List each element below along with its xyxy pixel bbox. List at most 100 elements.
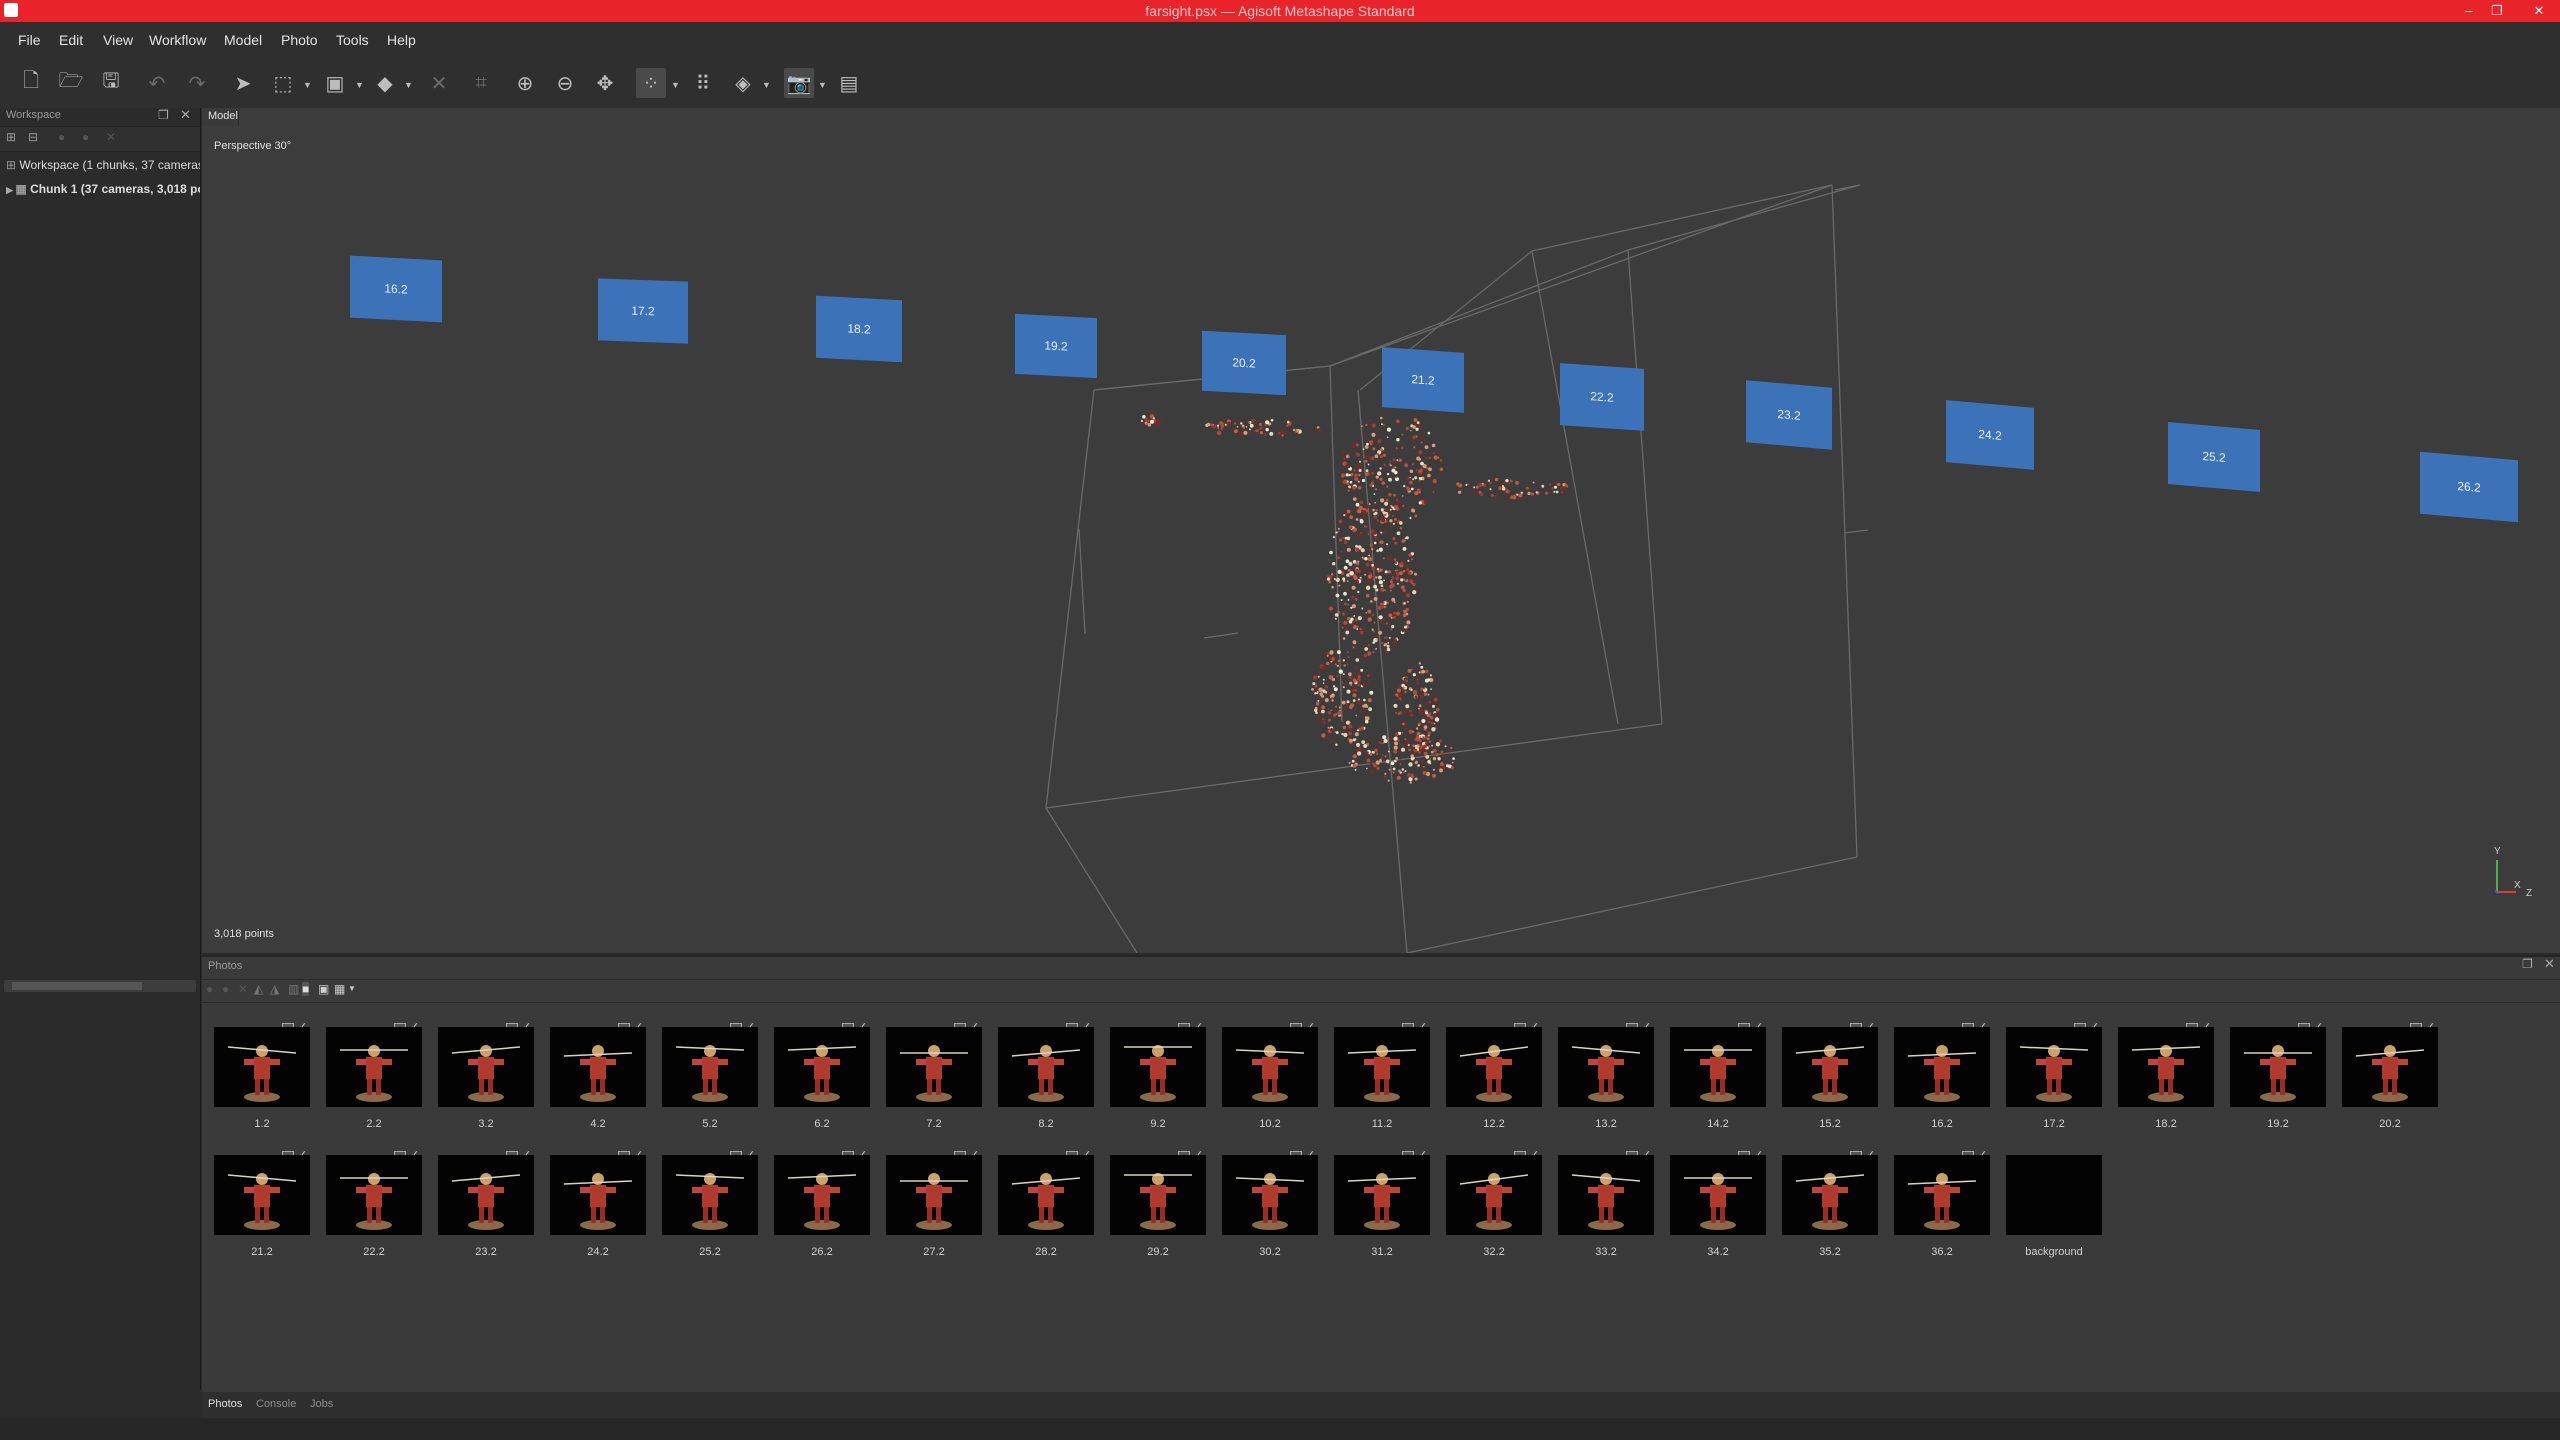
undo-icon[interactable]: ↶ (142, 68, 172, 98)
camera-17-2[interactable]: 17.2 (598, 278, 688, 344)
enable-icon[interactable]: ● (206, 982, 213, 996)
zoom-in-icon[interactable]: ⊕ (510, 68, 540, 98)
photo-thumbnail[interactable] (1446, 1155, 1542, 1235)
photo-thumbnail[interactable] (1894, 1027, 1990, 1107)
chevron-down-icon[interactable]: ▼ (818, 80, 827, 90)
camera-25-2[interactable]: 25.2 (2168, 421, 2260, 493)
photo-thumbnail[interactable] (1558, 1155, 1654, 1235)
chevron-down-icon[interactable]: ▼ (671, 80, 680, 90)
show-masks-icon[interactable]: ■ (302, 982, 310, 996)
menu-edit[interactable]: Edit (59, 32, 83, 48)
menu-model[interactable]: Model (224, 32, 262, 48)
photo-thumbnail[interactable] (438, 1027, 534, 1107)
photo-thumbnail[interactable] (886, 1027, 982, 1107)
camera-18-2[interactable]: 18.2 (816, 295, 902, 363)
remove-icon[interactable]: ✕ (238, 982, 248, 996)
enable-icon[interactable]: ● (58, 130, 65, 144)
tab-photos[interactable]: Photos (208, 1398, 242, 1410)
photo-thumbnail[interactable] (1782, 1027, 1878, 1107)
expand-arrow-icon[interactable]: ▶ (6, 185, 15, 195)
camera-16-2[interactable]: 16.2 (350, 255, 442, 323)
photo-thumbnail[interactable] (774, 1027, 870, 1107)
restore-button[interactable]: ❐ (2486, 2, 2508, 20)
close-icon[interactable]: ✕ (180, 107, 191, 123)
photo-thumbnail[interactable] (1110, 1155, 1206, 1235)
chevron-down-icon[interactable]: ▼ (303, 80, 312, 90)
photo-thumbnail[interactable] (550, 1027, 646, 1107)
photo-thumbnail[interactable] (1222, 1155, 1318, 1235)
photo-thumbnail[interactable] (2230, 1027, 2326, 1107)
photo-thumbnail[interactable] (1782, 1155, 1878, 1235)
photo-thumbnail[interactable] (1670, 1155, 1766, 1235)
photo-thumbnail[interactable] (998, 1155, 1094, 1235)
photo-thumbnail[interactable] (2006, 1155, 2102, 1235)
chevron-down-icon[interactable]: ▼ (404, 80, 413, 90)
photo-thumbnail[interactable] (886, 1155, 982, 1235)
rotate-right-icon[interactable]: ◮ (270, 982, 279, 996)
reset-view-icon[interactable]: ✥ (590, 68, 620, 98)
workspace-tree-root[interactable]: ⊞ Workspace (1 chunks, 37 cameras) (6, 158, 200, 172)
show-cameras-icon[interactable]: 📷 (784, 68, 814, 98)
photo-thumbnail[interactable] (214, 1027, 310, 1107)
camera-21-2[interactable]: 21.2 (1382, 347, 1464, 413)
rotate-left-icon[interactable]: ◭ (254, 982, 263, 996)
close-icon[interactable]: ✕ (2544, 956, 2555, 972)
horizontal-scrollbar[interactable] (4, 980, 196, 992)
menu-tools[interactable]: Tools (336, 32, 369, 48)
photo-thumbnail[interactable] (662, 1155, 758, 1235)
photo-thumbnail[interactable] (326, 1027, 422, 1107)
model-view-icon[interactable]: ◈ (728, 68, 758, 98)
tab-console[interactable]: Console (256, 1398, 296, 1410)
photo-thumbnail[interactable] (998, 1027, 1094, 1107)
photo-thumbnail[interactable] (550, 1155, 646, 1235)
remove-icon[interactable]: ✕ (106, 130, 116, 144)
photo-thumbnail[interactable] (1222, 1027, 1318, 1107)
photo-thumbnail[interactable] (438, 1155, 534, 1235)
undock-icon[interactable]: ❐ (2522, 957, 2533, 971)
menu-view[interactable]: View (103, 32, 133, 48)
chevron-down-icon[interactable]: ▼ (762, 80, 771, 90)
add-chunk-icon[interactable]: ⊞ (6, 130, 16, 144)
menu-file[interactable]: File (18, 32, 41, 48)
new-document-icon[interactable]: 🗋 (16, 68, 46, 98)
scrollbar-thumb[interactable] (12, 982, 142, 990)
crop-icon[interactable]: ⌗ (466, 68, 496, 98)
undock-icon[interactable]: ❐ (158, 108, 169, 122)
disable-icon[interactable]: ● (222, 982, 229, 996)
chevron-down-icon[interactable]: ▼ (355, 80, 364, 90)
camera-19-2[interactable]: 19.2 (1015, 313, 1097, 379)
close-button[interactable]: ✕ (2528, 2, 2550, 20)
camera-20-2[interactable]: 20.2 (1202, 330, 1286, 396)
photo-thumbnail[interactable] (2006, 1027, 2102, 1107)
rotate-region-icon[interactable]: ◆ (370, 68, 400, 98)
photo-thumbnail[interactable] (662, 1027, 758, 1107)
camera-26-2[interactable]: 26.2 (2420, 451, 2518, 523)
menu-workflow[interactable]: Workflow (149, 32, 206, 48)
view-mode-icon[interactable]: ▦ (334, 982, 345, 996)
camera-24-2[interactable]: 24.2 (1946, 400, 2034, 470)
photo-thumbnail[interactable] (774, 1155, 870, 1235)
tab-jobs[interactable]: Jobs (310, 1398, 333, 1410)
show-points-icon[interactable]: ⁘ (636, 68, 666, 98)
open-folder-icon[interactable]: 🗁 (56, 68, 86, 98)
photo-thumbnail[interactable] (326, 1155, 422, 1235)
photo-thumbnail[interactable] (2342, 1027, 2438, 1107)
chunk-tree-item[interactable]: ▶ ▦ Chunk 1 (37 cameras, 3,018 points) (6, 182, 200, 196)
photo-thumbnail[interactable] (1558, 1027, 1654, 1107)
photo-thumbnail[interactable] (1670, 1027, 1766, 1107)
camera-23-2[interactable]: 23.2 (1746, 380, 1832, 450)
navigation-pointer-icon[interactable]: ➤ (228, 68, 258, 98)
chevron-down-icon[interactable]: ▼ (348, 984, 356, 993)
mask-icon[interactable]: ▥ (288, 982, 299, 996)
photo-thumbnail[interactable] (1894, 1155, 1990, 1235)
model-viewport[interactable]: Model Perspective 30° 16.2 17.2 18.2 19.… (202, 108, 2560, 953)
menu-photo[interactable]: Photo (281, 32, 318, 48)
photo-thumbnail[interactable] (1110, 1027, 1206, 1107)
photo-thumbnail[interactable] (2118, 1027, 2214, 1107)
add-photos-icon[interactable]: ⊟ (28, 130, 38, 144)
delete-selection-icon[interactable]: ✕ (424, 68, 454, 98)
redo-icon[interactable]: ↷ (182, 68, 212, 98)
photo-thumbnail[interactable] (1446, 1027, 1542, 1107)
capture-view-icon[interactable]: ▤ (834, 68, 864, 98)
save-icon[interactable]: 🖫 (96, 68, 126, 98)
